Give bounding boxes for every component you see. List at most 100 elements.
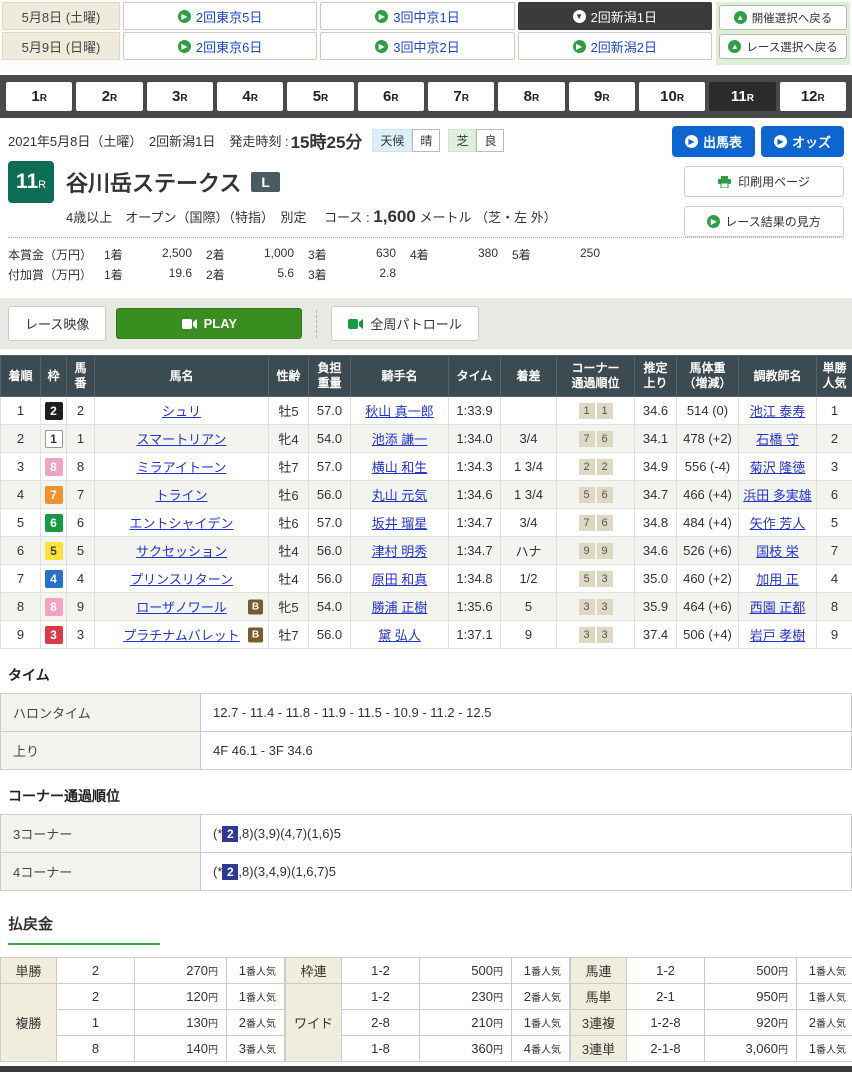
- sex-age: 牝4: [269, 425, 309, 453]
- results-header-row: 着順 枠 馬 番 馬名 性齢 負担 重量 騎手名 タイム 着差 コーナー 通過順…: [1, 356, 852, 397]
- horse-weight: 506 (+4): [677, 621, 739, 649]
- meeting-link-chukyo2[interactable]: ▶3回中京2日: [320, 32, 514, 60]
- corner-position: 5: [579, 571, 595, 587]
- horse-name-cell: プリンスリターン: [95, 565, 269, 593]
- odds-button[interactable]: ▶オッズ: [761, 126, 844, 157]
- jockey-cell: 津村 明秀: [351, 537, 449, 565]
- trio-row: 3連複 1-2-8 920円 2番人気: [571, 1010, 852, 1036]
- win-favorite: 6: [817, 481, 852, 509]
- trainer-cell: 石橋 守: [739, 425, 817, 453]
- finish-position: 5: [1, 509, 41, 537]
- horse-number: 6: [67, 509, 95, 537]
- tab-race-9[interactable]: 9R: [569, 82, 635, 111]
- trainer-link[interactable]: 矢作 芳人: [750, 516, 806, 531]
- meeting-link-niigata1-active[interactable]: ▼2回新潟1日: [518, 2, 712, 30]
- entries-button[interactable]: ▶出馬表: [672, 126, 755, 157]
- course-distance: 1,600: [373, 207, 416, 226]
- finish-position: 9: [1, 621, 41, 649]
- finish-time: 1:34.6: [449, 481, 501, 509]
- margin: 3/4: [501, 509, 557, 537]
- trainer-link[interactable]: 浜田 多実雄: [743, 488, 812, 503]
- horse-link[interactable]: スマートリアン: [136, 432, 226, 447]
- jockey-link[interactable]: 丸山 元気: [372, 488, 428, 503]
- horse-link[interactable]: シュリ: [162, 404, 201, 419]
- col-horse-name: 馬名: [95, 356, 269, 397]
- jockey-cell: 丸山 元気: [351, 481, 449, 509]
- horse-name-cell: エントシャイデン: [95, 509, 269, 537]
- jockey-link[interactable]: 原田 和真: [372, 572, 428, 587]
- win-favorite: 3: [817, 453, 852, 481]
- jockey-link[interactable]: 池添 謙一: [372, 432, 428, 447]
- horse-link[interactable]: エントシャイデン: [129, 516, 233, 531]
- corner-position: 2: [579, 459, 595, 475]
- race-action-buttons: ▶出馬表 ▶オッズ 印刷用ページ ▶レース結果の見方: [654, 126, 844, 237]
- weather-label: 天候: [372, 129, 412, 152]
- video-camera-icon: [348, 319, 363, 329]
- frame-cell: 3: [41, 621, 67, 649]
- win-favorite: 1: [817, 397, 852, 425]
- jockey-link[interactable]: 横山 和生: [372, 460, 428, 475]
- finish-position: 7: [1, 565, 41, 593]
- trainer-link[interactable]: 加用 正: [756, 572, 799, 587]
- horse-number: 3: [67, 621, 95, 649]
- trainer-link[interactable]: 国枝 栄: [756, 544, 799, 559]
- jockey-cell: 原田 和真: [351, 565, 449, 593]
- meeting-link-tokyo5[interactable]: ▶2回東京5日: [123, 2, 317, 30]
- tab-race-10[interactable]: 10R: [639, 82, 705, 111]
- trainer-link[interactable]: 西園 正都: [750, 600, 806, 615]
- tab-race-1[interactable]: 1R: [6, 82, 72, 111]
- tab-race-5[interactable]: 5R: [287, 82, 353, 111]
- jockey-link[interactable]: 勝浦 正樹: [372, 600, 428, 615]
- meeting-link-tokyo6[interactable]: ▶2回東京6日: [123, 32, 317, 60]
- meeting-link-niigata2[interactable]: ▶2回新潟2日: [518, 32, 712, 60]
- sex-age: 牡7: [269, 621, 309, 649]
- horse-link[interactable]: プラチナムバレット: [123, 628, 240, 643]
- jockey-link[interactable]: 秋山 真一郎: [365, 404, 434, 419]
- back-to-meeting-select-button[interactable]: ▲開催選択へ戻る: [719, 5, 847, 30]
- win-favorite: 5: [817, 509, 852, 537]
- horse-link[interactable]: ミラアイトーン: [137, 460, 227, 475]
- trainer-link[interactable]: 池江 泰寿: [750, 404, 806, 419]
- horse-link[interactable]: プリンスリターン: [130, 572, 233, 587]
- jockey-link[interactable]: 津村 明秀: [372, 544, 428, 559]
- sex-age: 牡6: [269, 509, 309, 537]
- frame-cell: 8: [41, 593, 67, 621]
- meeting-link-chukyo1[interactable]: ▶3回中京1日: [320, 2, 514, 30]
- horse-link[interactable]: サクセッション: [136, 544, 227, 559]
- result-guide-button[interactable]: ▶レース結果の見方: [684, 206, 844, 237]
- tab-race-6[interactable]: 6R: [358, 82, 424, 111]
- tab-race-2[interactable]: 2R: [76, 82, 142, 111]
- corner-order-cell: 33: [557, 593, 635, 621]
- corner-position: 3: [597, 627, 613, 643]
- tab-race-8[interactable]: 8R: [498, 82, 564, 111]
- horse-weight: 526 (+6): [677, 537, 739, 565]
- tab-race-3[interactable]: 3R: [147, 82, 213, 111]
- frame-badge: 2: [45, 402, 63, 420]
- result-row: 6 5 5 サクセッション 牡4 56.0 津村 明秀 1:34.7 ハナ 99…: [1, 537, 852, 565]
- last-3f: 35.9: [635, 593, 677, 621]
- tab-race-4[interactable]: 4R: [217, 82, 283, 111]
- corner-position: 1: [597, 403, 613, 419]
- horse-name-cell: ローザノワールB: [95, 593, 269, 621]
- race-video-button[interactable]: レース映像: [8, 306, 106, 341]
- trainer-link[interactable]: 岩戸 孝樹: [750, 628, 806, 643]
- horse-link[interactable]: ローザノワール: [136, 600, 226, 615]
- trainer-link[interactable]: 菊沢 隆徳: [750, 460, 806, 475]
- horse-link[interactable]: トライン: [155, 488, 207, 503]
- jockey-link[interactable]: 黛 弘人: [378, 628, 421, 643]
- finish-time: 1:33.9: [449, 397, 501, 425]
- play-button[interactable]: PLAY: [116, 308, 302, 339]
- jockey-link[interactable]: 坂井 瑠星: [372, 516, 428, 531]
- corner-position: 3: [597, 599, 613, 615]
- tab-race-11-active[interactable]: 11R: [709, 82, 775, 111]
- carried-weight: 57.0: [309, 453, 351, 481]
- trainer-link[interactable]: 石橋 守: [756, 432, 799, 447]
- tab-race-12[interactable]: 12R: [780, 82, 846, 111]
- tab-race-7[interactable]: 7R: [428, 82, 494, 111]
- payout-table-left: 単勝 2 270円 1番人気 複勝 2 120円 1番人気 1 130円 2番人…: [0, 957, 285, 1062]
- print-page-button[interactable]: 印刷用ページ: [684, 166, 844, 197]
- result-row: 7 4 4 プリンスリターン 牡4 56.0 原田 和真 1:34.8 1/2 …: [1, 565, 852, 593]
- patrol-video-button[interactable]: 全周パトロール: [331, 306, 478, 341]
- race-date: 2021年5月8日（土曜） 2回新潟1日: [8, 131, 215, 150]
- back-to-race-select-button[interactable]: ▲レース選択へ戻る: [719, 34, 847, 59]
